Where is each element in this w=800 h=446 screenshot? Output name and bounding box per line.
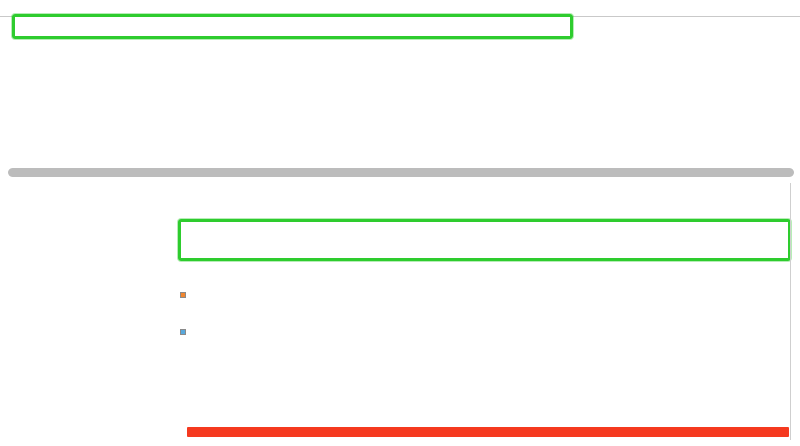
threads-table [0,0,800,178]
horizontal-scrollbar[interactable] [0,166,800,178]
method-overflow-marker [180,292,186,298]
recording-progress-bar [187,427,789,437]
annotation-box-selected-thread [12,14,573,39]
scrollbar-thumb[interactable] [8,168,794,177]
annotation-box-heap-chart [178,219,791,261]
alloc-overflow-marker [180,329,186,335]
profiler-app: { "table": { "columns": [ {"id":"thread"… [0,0,800,446]
threads-table-body [0,17,800,166]
panel-edge-divider [790,183,791,440]
